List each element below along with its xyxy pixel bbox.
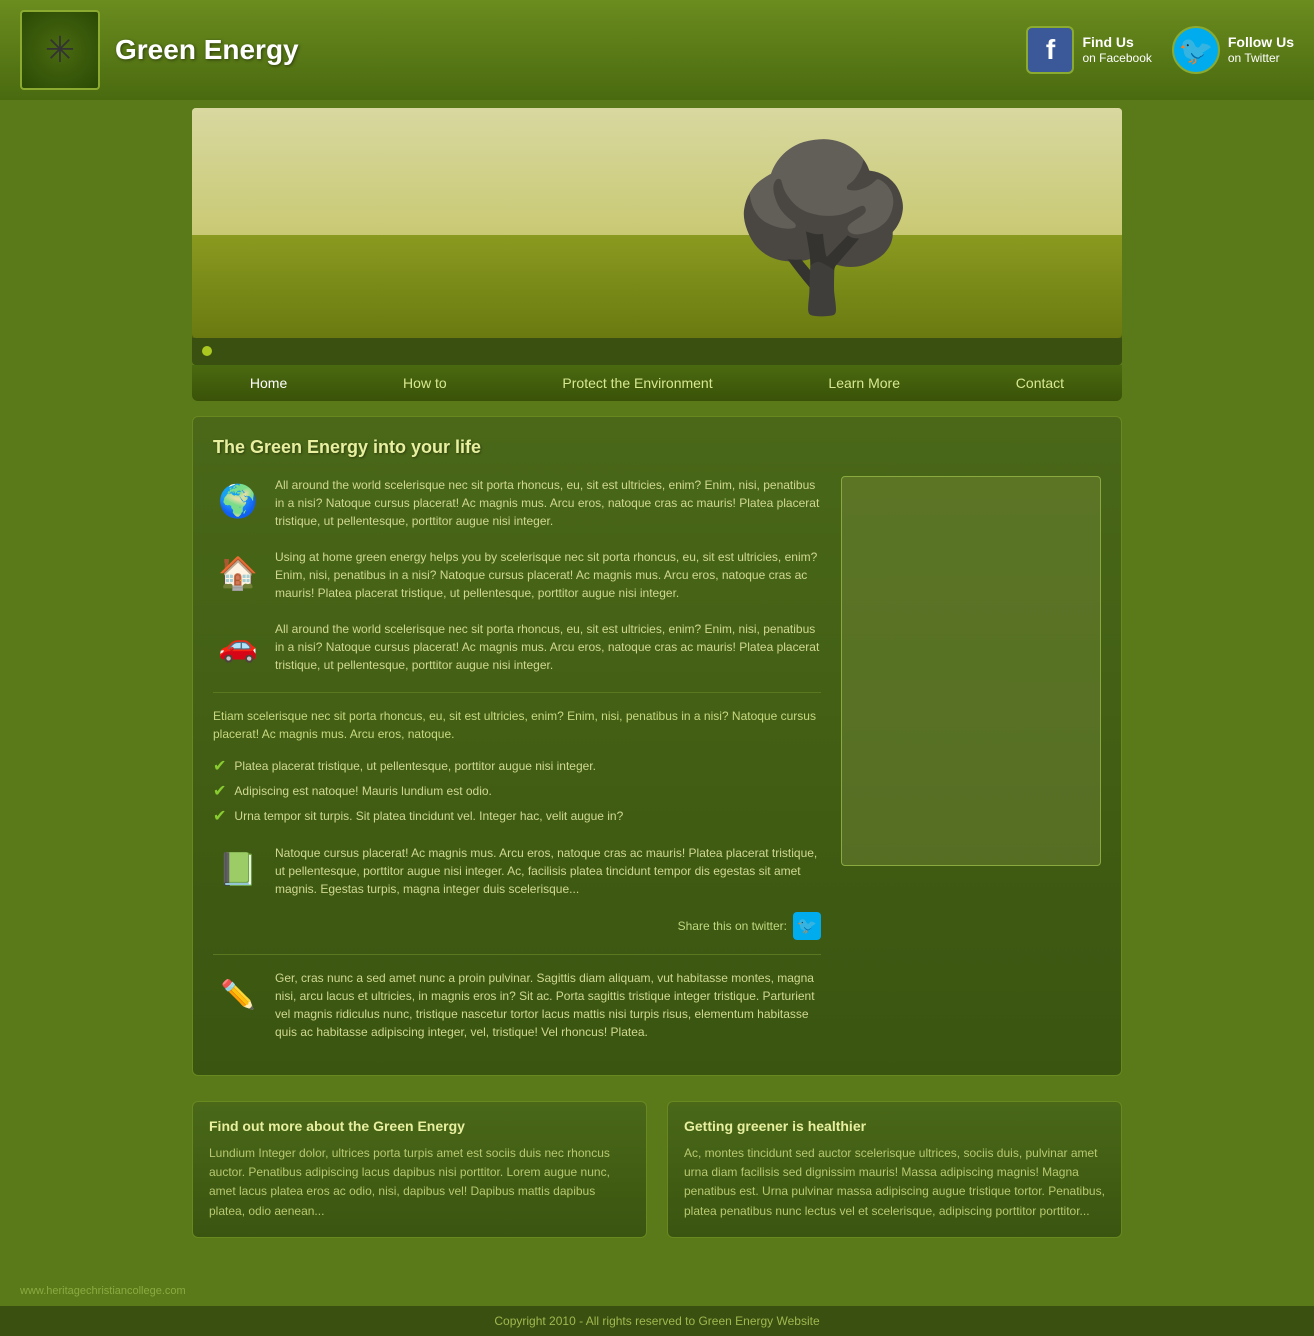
nav-item-learnmore[interactable]: Learn More <box>803 365 925 401</box>
nav-item-contact[interactable]: Contact <box>991 365 1089 401</box>
content-right <box>841 476 1101 1055</box>
nav-item-protect[interactable]: Protect the Environment <box>537 365 737 401</box>
pencil-block: ✏️ Ger, cras nunc a sed amet nunc a proi… <box>213 969 821 1041</box>
bottom-cards-wrap: Find out more about the Green Energy Lun… <box>0 1101 1314 1278</box>
check-item-2: ✔ Adipiscing est natoque! Mauris lundium… <box>213 782 821 801</box>
logo-area: ✳ Green Energy <box>20 10 299 90</box>
book-icon: 📗 <box>213 844 263 894</box>
facebook-link[interactable]: f Find Us on Facebook <box>1026 26 1151 74</box>
content-wrap: The Green Energy into your life 🌍 All ar… <box>0 401 1314 1091</box>
banner-indicator <box>192 338 1122 365</box>
extra-paragraph: Etiam scelerisque nec sit porta rhoncus,… <box>213 707 821 743</box>
content-block-2: 🏠 Using at home green energy helps you b… <box>213 548 821 602</box>
banner-sky <box>192 108 1122 246</box>
checklist: ✔ Platea placerat tristique, ut pellente… <box>213 757 821 826</box>
bottom-card-1: Find out more about the Green Energy Lun… <box>192 1101 647 1238</box>
footer-bar: Copyright 2010 - All rights reserved to … <box>0 1306 1314 1336</box>
divider-1 <box>213 692 821 693</box>
nav-item-home[interactable]: Home <box>225 365 312 401</box>
share-twitter-label: Share this on twitter: <box>678 919 787 933</box>
twitter-icon <box>1172 26 1220 74</box>
car-icon: 🚗 <box>213 620 263 670</box>
social-area: f Find Us on Facebook Follow Us on Twitt… <box>1026 26 1294 74</box>
block-3-text: All around the world scelerisque nec sit… <box>275 620 821 674</box>
twitter-link[interactable]: Follow Us on Twitter <box>1172 26 1294 74</box>
twitter-share-button[interactable]: 🐦 <box>793 912 821 940</box>
card-1-heading: Find out more about the Green Energy <box>209 1118 630 1134</box>
check-item-3: ✔ Urna tempor sit turpis. Sit platea tin… <box>213 807 821 826</box>
book-block: 📗 Natoque cursus placerat! Ac magnis mus… <box>213 844 821 898</box>
content-block-3: 🚗 All around the world scelerisque nec s… <box>213 620 821 674</box>
twitter-text: Follow Us on Twitter <box>1228 33 1294 67</box>
check-item-1: ✔ Platea placerat tristique, ut pellente… <box>213 757 821 776</box>
header: ✳ Green Energy f Find Us on Facebook Fol… <box>0 0 1314 100</box>
logo-box: ✳ <box>20 10 100 90</box>
house-icon: 🏠 <box>213 548 263 598</box>
checkmark-1-icon: ✔ <box>213 756 226 776</box>
banner: 🌳 <box>192 108 1122 338</box>
banner-wrap: 🌳 <box>0 100 1314 365</box>
pencil-icon: ✏️ <box>213 969 263 1019</box>
nav: Home How to Protect the Environment Lear… <box>192 365 1122 401</box>
bottom-cards: Find out more about the Green Energy Lun… <box>192 1101 1122 1248</box>
card-1-text: Lundium Integer dolor, ultrices porta tu… <box>209 1144 630 1221</box>
nav-item-howto[interactable]: How to <box>378 365 472 401</box>
bottom-card-2: Getting greener is healthier Ac, montes … <box>667 1101 1122 1238</box>
card-2-heading: Getting greener is healthier <box>684 1118 1105 1134</box>
footer-url-text: www.heritagechristiancollege.com <box>20 1285 186 1297</box>
logo-icon: ✳ <box>45 29 75 71</box>
share-twitter: Share this on twitter: 🐦 <box>213 912 821 940</box>
facebook-text: Find Us on Facebook <box>1082 33 1151 67</box>
content-block-1: 🌍 All around the world scelerisque nec s… <box>213 476 821 530</box>
content: The Green Energy into your life 🌍 All ar… <box>192 416 1122 1076</box>
globe-icon: 🌍 <box>213 476 263 526</box>
page-heading: The Green Energy into your life <box>213 437 1101 458</box>
card-2-text: Ac, montes tincidunt sed auctor sceleris… <box>684 1144 1105 1221</box>
facebook-icon: f <box>1026 26 1074 74</box>
book-text: Natoque cursus placerat! Ac magnis mus. … <box>275 844 821 898</box>
block-1-text: All around the world scelerisque nec sit… <box>275 476 821 530</box>
banner-tree: 🌳 <box>723 148 922 308</box>
checkmark-2-icon: ✔ <box>213 781 226 801</box>
indicator-dot[interactable] <box>202 346 212 356</box>
content-left: 🌍 All around the world scelerisque nec s… <box>213 476 821 1055</box>
block-2-text: Using at home green energy helps you by … <box>275 548 821 602</box>
sidebar-box <box>841 476 1101 866</box>
pencil-text: Ger, cras nunc a sed amet nunc a proin p… <box>275 969 821 1041</box>
banner-ground <box>192 235 1122 339</box>
divider-2 <box>213 954 821 955</box>
content-inner: 🌍 All around the world scelerisque nec s… <box>213 476 1101 1055</box>
checkmark-3-icon: ✔ <box>213 806 226 826</box>
site-title: Green Energy <box>115 34 299 66</box>
footer-url: www.heritagechristiancollege.com <box>0 1278 1314 1301</box>
nav-wrap: Home How to Protect the Environment Lear… <box>0 365 1314 401</box>
